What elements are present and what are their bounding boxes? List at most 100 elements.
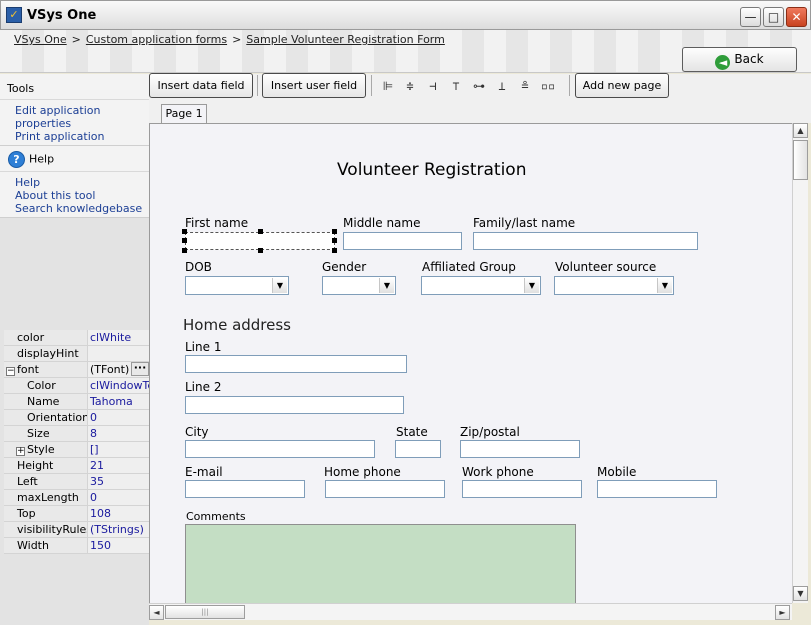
prop-row-font-style[interactable]: + Style [] bbox=[4, 442, 149, 458]
insert-user-field-button[interactable]: Insert user field bbox=[262, 73, 366, 98]
prop-value[interactable]: 0 bbox=[88, 410, 149, 425]
chevron-down-icon[interactable]: ▼ bbox=[379, 278, 394, 293]
scroll-down-icon[interactable]: ▼ bbox=[793, 586, 808, 601]
line2-field[interactable] bbox=[185, 396, 404, 414]
resize-handle[interactable] bbox=[332, 229, 337, 234]
breadcrumb-current-link[interactable]: Sample Volunteer Registration Form bbox=[246, 33, 445, 46]
insert-data-field-button[interactable]: Insert data field bbox=[149, 73, 253, 98]
prop-row-top[interactable]: Top 108 bbox=[4, 506, 149, 522]
align-center-horizontal-icon[interactable]: ≑ bbox=[402, 78, 418, 94]
prop-row-displayhint[interactable]: displayHint bbox=[4, 346, 149, 362]
prop-name: Style bbox=[27, 443, 55, 456]
chevron-down-icon[interactable]: ▼ bbox=[657, 278, 672, 293]
line2-label: Line 2 bbox=[185, 380, 222, 394]
volunteer-source-select[interactable]: ▼ bbox=[554, 276, 674, 295]
dob-select[interactable]: ▼ bbox=[185, 276, 289, 295]
breadcrumb-home-link[interactable]: VSys One bbox=[14, 33, 67, 46]
prop-row-font-color[interactable]: ColorclWindowTe: bbox=[4, 378, 149, 394]
horizontal-scroll-thumb[interactable]: ||| bbox=[165, 605, 245, 619]
prop-value[interactable]: 0 bbox=[88, 490, 149, 505]
work-phone-field[interactable] bbox=[462, 480, 582, 498]
align-bottom-icon[interactable]: ⊥ bbox=[494, 78, 510, 94]
space-horizontally-icon[interactable]: ▫▫ bbox=[540, 78, 556, 94]
family-name-label: Family/last name bbox=[473, 216, 576, 230]
prop-value[interactable]: (TStrings) bbox=[88, 522, 149, 537]
zip-field[interactable] bbox=[460, 440, 580, 458]
prop-value[interactable]: 21 bbox=[88, 458, 149, 473]
email-field[interactable] bbox=[185, 480, 305, 498]
prop-value[interactable]: (TFont) ··· bbox=[88, 362, 149, 377]
ellipsis-button[interactable]: ··· bbox=[131, 362, 149, 376]
prop-value[interactable]: Tahoma bbox=[88, 394, 149, 409]
city-label: City bbox=[185, 425, 209, 439]
expand-icon[interactable]: + bbox=[16, 447, 25, 456]
close-button[interactable]: ✕ bbox=[786, 7, 807, 27]
space-vertically-icon[interactable]: ≗ bbox=[517, 78, 533, 94]
minimize-button[interactable]: — bbox=[740, 7, 761, 27]
line1-field[interactable] bbox=[185, 355, 407, 373]
tab-page-1[interactable]: Page 1 bbox=[161, 104, 207, 124]
resize-handle[interactable] bbox=[182, 248, 187, 253]
home-phone-field[interactable] bbox=[325, 480, 445, 498]
prop-value[interactable]: clWhite bbox=[88, 330, 149, 345]
maximize-button[interactable]: □ bbox=[763, 7, 784, 27]
about-tool-link[interactable]: About this tool bbox=[15, 189, 149, 202]
prop-row-font-size[interactable]: Size 8 bbox=[4, 426, 149, 442]
state-field[interactable] bbox=[395, 440, 441, 458]
align-left-icon[interactable]: ⊫ bbox=[380, 78, 396, 94]
resize-handle[interactable] bbox=[258, 229, 263, 234]
prop-row-height[interactable]: Height 21 bbox=[4, 458, 149, 474]
prop-row-maxlength[interactable]: maxLength 0 bbox=[4, 490, 149, 506]
header-band: VSys One > Custom application forms > Sample… bbox=[0, 30, 811, 73]
align-right-icon[interactable]: ⊣ bbox=[425, 78, 441, 94]
back-button[interactable]: ◄ Back bbox=[682, 47, 797, 72]
prop-row-color[interactable]: color clWhite bbox=[4, 330, 149, 346]
resize-handle[interactable] bbox=[332, 248, 337, 253]
prop-value[interactable] bbox=[88, 346, 149, 361]
vertical-scrollbar[interactable]: ▲ ▼ bbox=[792, 123, 808, 603]
help-link[interactable]: Help bbox=[15, 176, 149, 189]
family-name-field[interactable] bbox=[473, 232, 698, 250]
add-new-page-button[interactable]: Add new page bbox=[575, 73, 669, 98]
vertical-scroll-thumb[interactable] bbox=[793, 140, 808, 180]
resize-handle[interactable] bbox=[258, 248, 263, 253]
comments-textarea[interactable] bbox=[185, 524, 576, 603]
middle-name-field[interactable] bbox=[343, 232, 462, 250]
prop-value[interactable]: 108 bbox=[88, 506, 149, 521]
print-application-link[interactable]: Print application bbox=[15, 130, 149, 143]
resize-handle[interactable] bbox=[332, 238, 337, 243]
prop-row-visibilityrules[interactable]: visibilityRules (TStrings) bbox=[4, 522, 149, 538]
scroll-left-icon[interactable]: ◄ bbox=[149, 605, 164, 620]
form-canvas[interactable]: Volunteer Registration First name Middle… bbox=[149, 123, 792, 603]
horizontal-scrollbar[interactable]: ◄ ||| ► bbox=[149, 603, 792, 620]
scroll-right-icon[interactable]: ► bbox=[775, 605, 790, 620]
align-middle-vertical-icon[interactable]: ⊶ bbox=[471, 78, 487, 94]
prop-row-font[interactable]: − font (TFont) ··· bbox=[4, 362, 149, 378]
resize-handle[interactable] bbox=[182, 238, 187, 243]
search-knowledgebase-link[interactable]: Search knowledgebase bbox=[15, 202, 149, 215]
chevron-down-icon[interactable]: ▼ bbox=[272, 278, 287, 293]
resize-handle[interactable] bbox=[182, 229, 187, 234]
prop-name-font: − font bbox=[4, 362, 88, 377]
prop-row-font-name[interactable]: Name Tahoma bbox=[4, 394, 149, 410]
mobile-field[interactable] bbox=[597, 480, 717, 498]
align-top-icon[interactable]: ⊤ bbox=[448, 78, 464, 94]
chevron-down-icon[interactable]: ▼ bbox=[524, 278, 539, 293]
edit-application-properties-link[interactable]: Edit application properties bbox=[15, 104, 149, 130]
collapse-icon[interactable]: − bbox=[6, 367, 15, 376]
prop-row-width[interactable]: Width 150 bbox=[4, 538, 149, 554]
prop-row-left[interactable]: Left 35 bbox=[4, 474, 149, 490]
prop-value[interactable]: clWindowTe: bbox=[88, 378, 149, 393]
affiliated-group-select[interactable]: ▼ bbox=[421, 276, 541, 295]
prop-value[interactable]: 8 bbox=[88, 426, 149, 441]
breadcrumb-forms-link[interactable]: Custom application forms bbox=[86, 33, 227, 46]
prop-value-text: (TFont) bbox=[90, 363, 130, 376]
scroll-up-icon[interactable]: ▲ bbox=[793, 123, 808, 138]
prop-value[interactable]: [] bbox=[88, 442, 149, 457]
gender-select[interactable]: ▼ bbox=[322, 276, 396, 295]
prop-value[interactable]: 35 bbox=[88, 474, 149, 489]
prop-value[interactable]: 150 bbox=[88, 538, 149, 553]
prop-row-font-orientation[interactable]: Orientation 0 bbox=[4, 410, 149, 426]
city-field[interactable] bbox=[185, 440, 375, 458]
toolbar-separator bbox=[371, 75, 372, 96]
